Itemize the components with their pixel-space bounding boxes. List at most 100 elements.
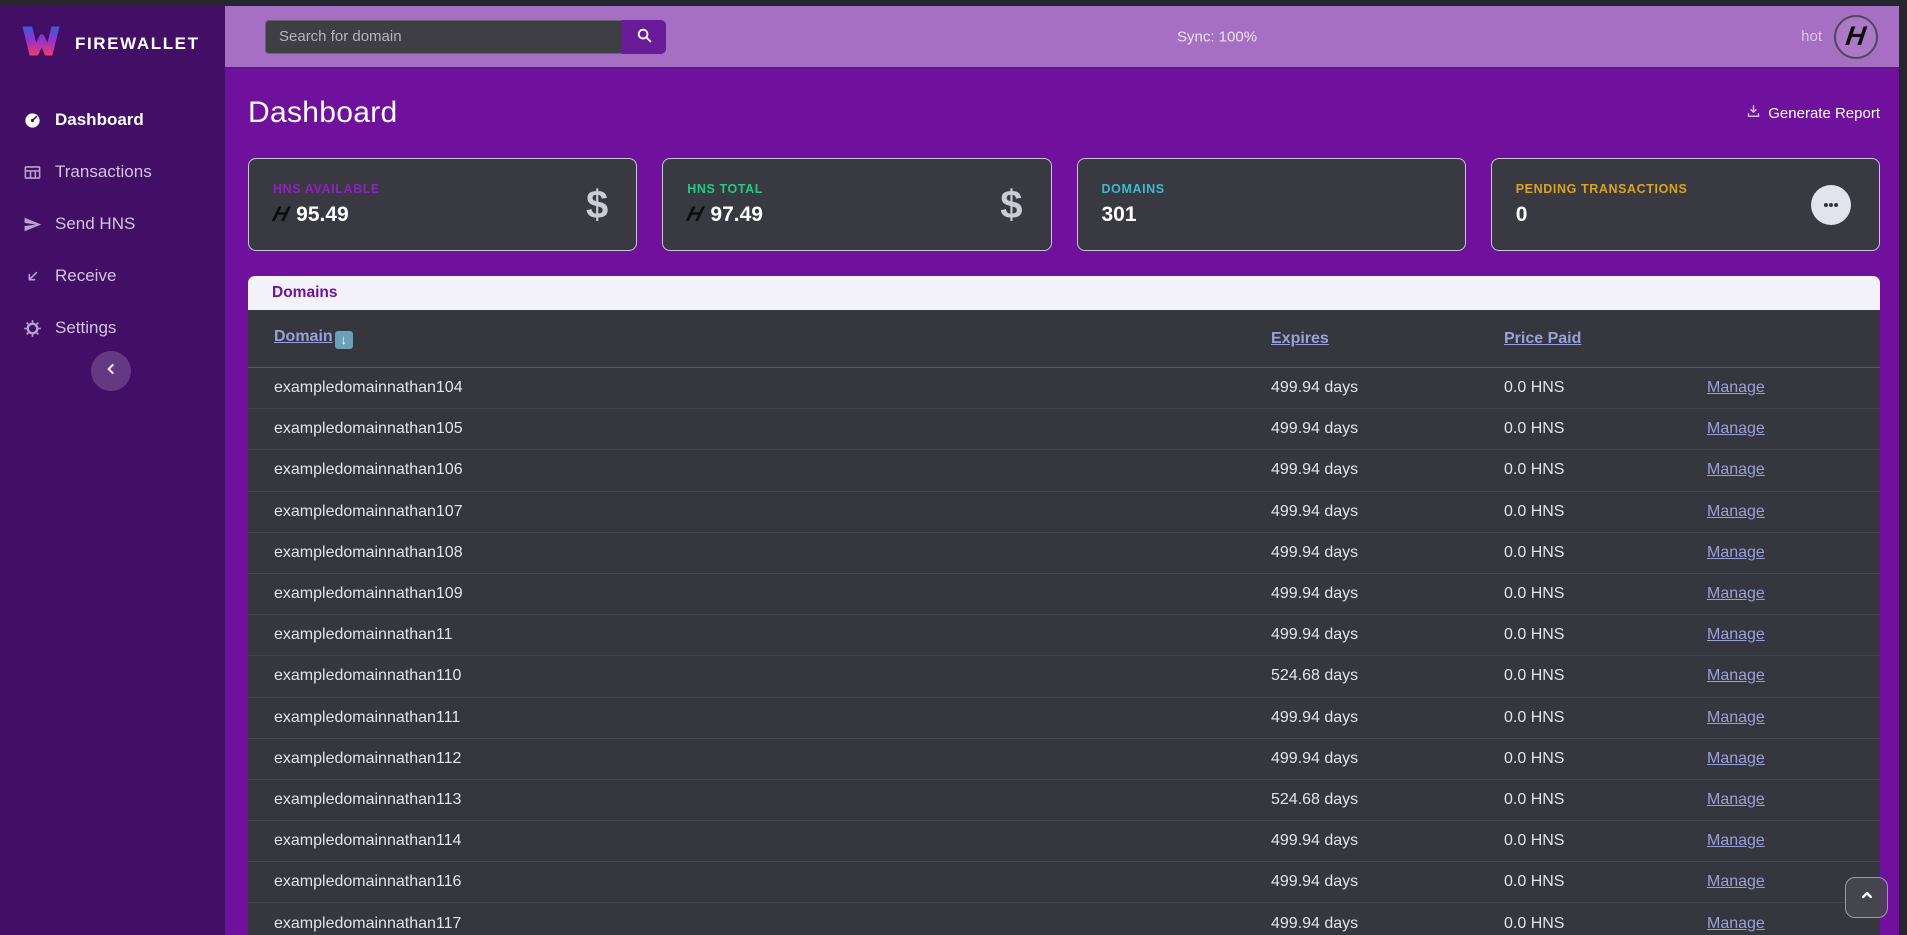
domain-name: exampledomainnathan105 (274, 420, 1271, 438)
app-window: FIREWALLET Dashboard Transactions Send H… (0, 6, 1899, 935)
domain-row: exampledomainnathan109 499.94 days 0.0 H… (248, 574, 1880, 615)
domain-expires: 499.94 days (1271, 503, 1504, 521)
manage-link[interactable]: Manage (1707, 791, 1880, 809)
domain-price: 0.0 HNS (1504, 420, 1707, 438)
search-input[interactable] (265, 20, 622, 54)
sidebar-item[interactable]: Send HNS (0, 198, 225, 250)
dollar-sign-icon: $ (1000, 185, 1022, 225)
domain-name: exampledomainnathan116 (274, 873, 1271, 891)
manage-link[interactable]: Manage (1707, 750, 1880, 768)
search-button[interactable] (622, 20, 666, 54)
domains-panel: Domains Domain↓ Expires Price Paid (248, 276, 1880, 935)
stat-card: DOMAINS 301 (1077, 158, 1466, 251)
stat-card-label: HNS TOTAL (687, 182, 763, 196)
domain-expires: 499.94 days (1271, 379, 1504, 397)
dollar-sign-icon: $ (586, 185, 608, 225)
sync-status: Sync: 100% (1177, 28, 1257, 45)
sidebar-item[interactable]: Transactions (0, 146, 225, 198)
manage-link[interactable]: Manage (1707, 832, 1880, 850)
ellipsis-icon[interactable] (1811, 185, 1851, 225)
hns-logo-icon: H (270, 203, 292, 227)
sidebar-item-label: Transactions (55, 162, 152, 182)
stat-card: PENDING TRANSACTIONS 0 (1491, 158, 1880, 251)
stat-card-label: HNS AVAILABLE (273, 182, 380, 196)
stat-card-label: DOMAINS (1102, 182, 1165, 196)
manage-link[interactable]: Manage (1707, 420, 1880, 438)
sidebar-item[interactable]: Settings (0, 302, 225, 354)
hns-icon: H (686, 203, 705, 227)
wallet-name: hot (1801, 28, 1822, 45)
brand: FIREWALLET (0, 6, 225, 80)
domain-row: exampledomainnathan112 499.94 days 0.0 H… (248, 739, 1880, 780)
manage-link[interactable]: Manage (1707, 544, 1880, 562)
sidebar-collapse-button[interactable] (91, 351, 131, 391)
paper-plane-icon (22, 214, 42, 234)
domain-expires: 524.68 days (1271, 791, 1504, 809)
column-sort-expires[interactable]: Expires (1271, 330, 1504, 348)
domain-expires: 499.94 days (1271, 873, 1504, 891)
domain-expires: 499.94 days (1271, 544, 1504, 562)
domain-expires: 499.94 days (1271, 915, 1504, 933)
generate-report-label: Generate Report (1768, 105, 1880, 122)
manage-link[interactable]: Manage (1707, 626, 1880, 644)
chevron-left-icon (103, 361, 119, 382)
domain-name: exampledomainnathan113 (274, 791, 1271, 809)
domain-row: exampledomainnathan116 499.94 days 0.0 H… (248, 862, 1880, 903)
domain-name: exampledomainnathan11 (274, 626, 1271, 644)
domain-expires: 499.94 days (1271, 750, 1504, 768)
scroll-to-top-button[interactable] (1845, 877, 1888, 918)
stat-card-label: PENDING TRANSACTIONS (1516, 182, 1688, 196)
manage-link[interactable]: Manage (1707, 379, 1880, 397)
manage-link[interactable]: Manage (1707, 585, 1880, 603)
domain-name: exampledomainnathan107 (274, 503, 1271, 521)
gauge-icon (22, 110, 42, 130)
sidebar-item[interactable]: Receive (0, 250, 225, 302)
domain-expires: 499.94 days (1271, 709, 1504, 727)
dollar-icon: $ (1000, 185, 1022, 225)
domain-name: exampledomainnathan110 (274, 667, 1271, 685)
content: Dashboard Generate Report HNS AVAILABLE … (225, 69, 1899, 935)
sidebar-item-label: Receive (55, 266, 116, 286)
manage-link[interactable]: Manage (1707, 461, 1880, 479)
wallet-avatar[interactable]: H (1834, 15, 1878, 59)
sidebar-item-label: Settings (55, 318, 116, 338)
domain-row: exampledomainnathan107 499.94 days 0.0 H… (248, 492, 1880, 533)
domain-price: 0.0 HNS (1504, 667, 1707, 685)
domain-expires: 499.94 days (1271, 420, 1504, 438)
sidebar-item[interactable]: Dashboard (0, 94, 225, 146)
handshake-logo-icon: H (1844, 21, 1868, 52)
generate-report-button[interactable]: Generate Report (1746, 104, 1880, 123)
hns-logo-icon: H (684, 203, 706, 227)
domain-row: exampledomainnathan108 499.94 days 0.0 H… (248, 533, 1880, 574)
sidebar-item-label: Dashboard (55, 110, 144, 130)
download-icon (1746, 104, 1761, 123)
topbar-right: hot H (1801, 15, 1878, 59)
domain-price: 0.0 HNS (1504, 544, 1707, 562)
domain-name: exampledomainnathan111 (274, 709, 1271, 727)
topbar: Sync: 100% hot H (225, 6, 1899, 69)
arrow-down-left-icon (22, 266, 42, 286)
manage-link[interactable]: Manage (1707, 709, 1880, 727)
domain-name: exampledomainnathan104 (274, 379, 1271, 397)
sidebar-item-label: Send HNS (55, 214, 135, 234)
domains-panel-header: Domains (248, 276, 1880, 310)
main-column: Sync: 100% hot H Dashboard Generate Repo… (225, 6, 1899, 935)
sidebar: FIREWALLET Dashboard Transactions Send H… (0, 6, 225, 935)
domain-row: exampledomainnathan11 499.94 days 0.0 HN… (248, 615, 1880, 656)
manage-link[interactable]: Manage (1707, 503, 1880, 521)
domain-price: 0.0 HNS (1504, 626, 1707, 644)
domain-row: exampledomainnathan110 524.68 days 0.0 H… (248, 656, 1880, 697)
stat-card-value: 301 (1102, 203, 1137, 227)
column-sort-domain[interactable]: Domain (274, 328, 333, 345)
domain-name: exampledomainnathan108 (274, 544, 1271, 562)
stat-card-value: 95.49 (296, 203, 349, 227)
domains-table-body: exampledomainnathan104 499.94 days 0.0 H… (248, 368, 1880, 935)
manage-link[interactable]: Manage (1707, 667, 1880, 685)
column-sort-price[interactable]: Price Paid (1504, 330, 1707, 348)
domain-row: exampledomainnathan105 499.94 days 0.0 H… (248, 409, 1880, 450)
sidebar-nav: Dashboard Transactions Send HNS Receive (0, 80, 225, 354)
domain-price: 0.0 HNS (1504, 461, 1707, 479)
domain-name: exampledomainnathan117 (274, 915, 1271, 933)
search-icon (636, 27, 653, 47)
domain-row: exampledomainnathan106 499.94 days 0.0 H… (248, 450, 1880, 491)
